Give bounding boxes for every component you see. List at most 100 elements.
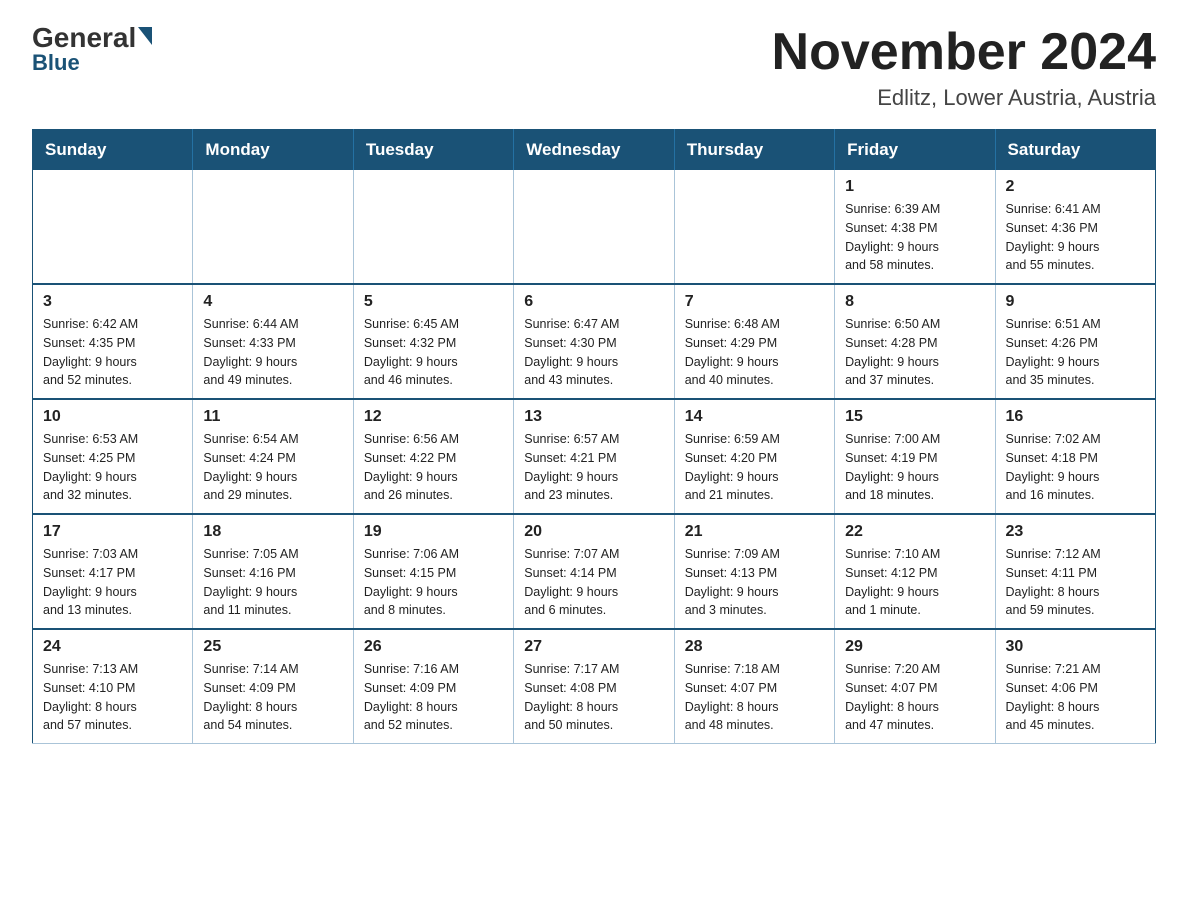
day-info: Sunrise: 7:10 AM Sunset: 4:12 PM Dayligh… [845,545,984,620]
day-info: Sunrise: 7:02 AM Sunset: 4:18 PM Dayligh… [1006,430,1145,505]
day-number: 30 [1006,638,1145,656]
day-number: 20 [524,523,663,541]
day-number: 15 [845,408,984,426]
day-info: Sunrise: 6:47 AM Sunset: 4:30 PM Dayligh… [524,315,663,390]
calendar-cell: 9 Sunrise: 6:51 AM Sunset: 4:26 PM Daylig… [995,284,1155,399]
day-info: Sunrise: 6:45 AM Sunset: 4:32 PM Dayligh… [364,315,503,390]
calendar-cell: 27Sunrise: 7:17 AM Sunset: 4:08 PM Dayli… [514,629,674,744]
calendar-cell: 20 Sunrise: 7:07 AM Sunset: 4:14 PM Dayli… [514,514,674,629]
day-number: 9 [1006,293,1145,311]
day-number: 3 [43,293,182,311]
day-info: Sunrise: 6:56 AM Sunset: 4:22 PM Dayligh… [364,430,503,505]
day-info: Sunrise: 7:13 AM Sunset: 4:10 PM Dayligh… [43,660,182,735]
day-info: Sunrise: 7:03 AM Sunset: 4:17 PM Dayligh… [43,545,182,620]
calendar-cell: 15 Sunrise: 7:00 AM Sunset: 4:19 PM Dayli… [835,399,995,514]
calendar-cell: 30 Sunrise: 7:21 AM Sunset: 4:06 PM Dayli… [995,629,1155,744]
calendar-cell: 3 Sunrise: 6:42 AM Sunset: 4:35 PM Daylig… [33,284,193,399]
weekday-header-row: SundayMondayTuesdayWednesdayThursdayFrid… [33,130,1156,171]
day-number: 8 [845,293,984,311]
calendar-cell [514,170,674,284]
calendar-cell: 16Sunrise: 7:02 AM Sunset: 4:18 PM Dayli… [995,399,1155,514]
day-number: 18 [203,523,342,541]
calendar-cell: 28 Sunrise: 7:18 AM Sunset: 4:07 PM Dayli… [674,629,834,744]
calendar-cell: 18 Sunrise: 7:05 AM Sunset: 4:16 PM Dayli… [193,514,353,629]
logo: General Blue [32,24,152,76]
day-number: 14 [685,408,824,426]
day-number: 10 [43,408,182,426]
day-number: 21 [685,523,824,541]
day-info: Sunrise: 6:42 AM Sunset: 4:35 PM Dayligh… [43,315,182,390]
day-info: Sunrise: 6:57 AM Sunset: 4:21 PM Dayligh… [524,430,663,505]
calendar-cell: 14 Sunrise: 6:59 AM Sunset: 4:20 PM Dayli… [674,399,834,514]
day-info: Sunrise: 7:20 AM Sunset: 4:07 PM Dayligh… [845,660,984,735]
day-number: 1 [845,178,984,196]
day-info: Sunrise: 7:06 AM Sunset: 4:15 PM Dayligh… [364,545,503,620]
day-number: 24 [43,638,182,656]
day-info: Sunrise: 7:09 AM Sunset: 4:13 PM Dayligh… [685,545,824,620]
day-info: Sunrise: 7:12 AM Sunset: 4:11 PM Dayligh… [1006,545,1145,620]
day-number: 26 [364,638,503,656]
calendar-cell [353,170,513,284]
weekday-header-monday: Monday [193,130,353,171]
calendar-subtitle: Edlitz, Lower Austria, Austria [772,85,1156,111]
calendar-cell: 23Sunrise: 7:12 AM Sunset: 4:11 PM Dayli… [995,514,1155,629]
calendar-cell: 22 Sunrise: 7:10 AM Sunset: 4:12 PM Dayli… [835,514,995,629]
day-info: Sunrise: 6:53 AM Sunset: 4:25 PM Dayligh… [43,430,182,505]
day-info: Sunrise: 6:44 AM Sunset: 4:33 PM Dayligh… [203,315,342,390]
logo-top: General [32,24,152,52]
calendar-week-row: 24 Sunrise: 7:13 AM Sunset: 4:10 PM Dayli… [33,629,1156,744]
day-number: 27 [524,638,663,656]
day-number: 25 [203,638,342,656]
day-number: 5 [364,293,503,311]
day-number: 11 [203,408,342,426]
calendar-cell: 25 Sunrise: 7:14 AM Sunset: 4:09 PM Dayli… [193,629,353,744]
calendar-cell: 11Sunrise: 6:54 AM Sunset: 4:24 PM Dayli… [193,399,353,514]
title-block: November 2024 Edlitz, Lower Austria, Aus… [772,24,1156,111]
calendar-week-row: 17Sunrise: 7:03 AM Sunset: 4:17 PM Dayli… [33,514,1156,629]
day-info: Sunrise: 7:00 AM Sunset: 4:19 PM Dayligh… [845,430,984,505]
weekday-header-sunday: Sunday [33,130,193,171]
day-number: 6 [524,293,663,311]
weekday-header-tuesday: Tuesday [353,130,513,171]
day-info: Sunrise: 7:14 AM Sunset: 4:09 PM Dayligh… [203,660,342,735]
day-info: Sunrise: 7:16 AM Sunset: 4:09 PM Dayligh… [364,660,503,735]
day-info: Sunrise: 7:21 AM Sunset: 4:06 PM Dayligh… [1006,660,1145,735]
day-info: Sunrise: 7:05 AM Sunset: 4:16 PM Dayligh… [203,545,342,620]
logo-arrow-icon [138,27,152,45]
day-info: Sunrise: 6:50 AM Sunset: 4:28 PM Dayligh… [845,315,984,390]
day-info: Sunrise: 7:18 AM Sunset: 4:07 PM Dayligh… [685,660,824,735]
logo-blue-text: Blue [32,50,80,76]
day-number: 29 [845,638,984,656]
calendar-cell: 7 Sunrise: 6:48 AM Sunset: 4:29 PM Daylig… [674,284,834,399]
day-info: Sunrise: 6:59 AM Sunset: 4:20 PM Dayligh… [685,430,824,505]
day-number: 22 [845,523,984,541]
day-number: 7 [685,293,824,311]
day-info: Sunrise: 7:07 AM Sunset: 4:14 PM Dayligh… [524,545,663,620]
weekday-header-saturday: Saturday [995,130,1155,171]
day-number: 2 [1006,178,1145,196]
calendar-cell [674,170,834,284]
calendar-table: SundayMondayTuesdayWednesdayThursdayFrid… [32,129,1156,744]
day-info: Sunrise: 6:51 AM Sunset: 4:26 PM Dayligh… [1006,315,1145,390]
calendar-week-row: 10 Sunrise: 6:53 AM Sunset: 4:25 PM Dayli… [33,399,1156,514]
calendar-cell [33,170,193,284]
calendar-cell: 24 Sunrise: 7:13 AM Sunset: 4:10 PM Dayli… [33,629,193,744]
calendar-cell [193,170,353,284]
calendar-cell: 13Sunrise: 6:57 AM Sunset: 4:21 PM Dayli… [514,399,674,514]
calendar-cell: 19 Sunrise: 7:06 AM Sunset: 4:15 PM Dayli… [353,514,513,629]
day-info: Sunrise: 6:41 AM Sunset: 4:36 PM Dayligh… [1006,200,1145,275]
day-number: 28 [685,638,824,656]
weekday-header-friday: Friday [835,130,995,171]
calendar-week-row: 3 Sunrise: 6:42 AM Sunset: 4:35 PM Daylig… [33,284,1156,399]
calendar-week-row: 1Sunrise: 6:39 AM Sunset: 4:38 PM Daylig… [33,170,1156,284]
calendar-cell: 2 Sunrise: 6:41 AM Sunset: 4:36 PM Daylig… [995,170,1155,284]
day-number: 19 [364,523,503,541]
logo-general-text: General [32,22,136,53]
day-info: Sunrise: 6:48 AM Sunset: 4:29 PM Dayligh… [685,315,824,390]
calendar-cell: 29 Sunrise: 7:20 AM Sunset: 4:07 PM Dayli… [835,629,995,744]
calendar-body: 1Sunrise: 6:39 AM Sunset: 4:38 PM Daylig… [33,170,1156,744]
calendar-cell: 4Sunrise: 6:44 AM Sunset: 4:33 PM Daylig… [193,284,353,399]
day-number: 12 [364,408,503,426]
calendar-cell: 6 Sunrise: 6:47 AM Sunset: 4:30 PM Daylig… [514,284,674,399]
calendar-cell: 1Sunrise: 6:39 AM Sunset: 4:38 PM Daylig… [835,170,995,284]
